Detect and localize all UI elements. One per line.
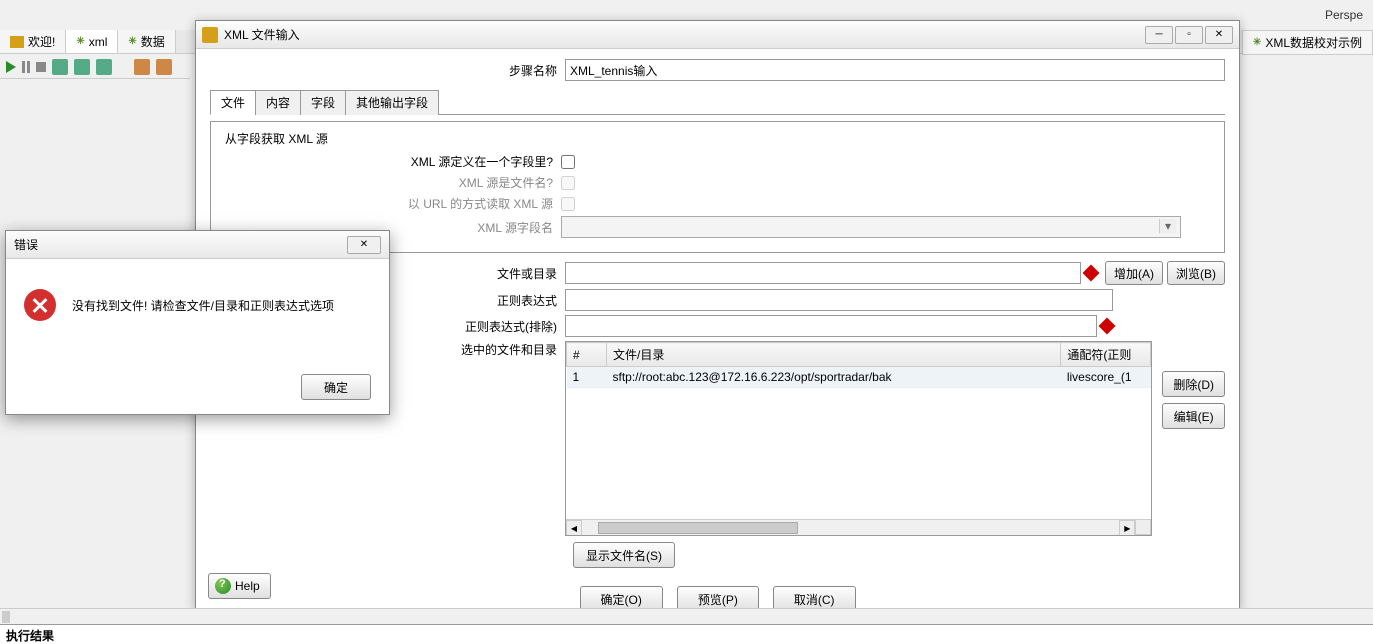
help-icon (215, 578, 231, 594)
bg-tab-label: xml (89, 35, 108, 49)
xml-as-url-label: 以 URL 的方式读取 XML 源 (221, 195, 561, 212)
execution-result-panel: 执行结果 (0, 624, 1373, 644)
xml-as-url-checkbox (561, 197, 575, 211)
error-title-text: 错误 (14, 236, 347, 253)
stop-icon[interactable] (36, 62, 46, 72)
xml-icon: ✳ (76, 36, 84, 47)
bg-tab-welcome[interactable]: 欢迎! (0, 30, 66, 53)
table-col-index[interactable]: # (567, 343, 607, 367)
error-close-button[interactable]: ✕ (347, 236, 381, 254)
right-tab-xml-validate[interactable]: ✳ XML数据校对示例 (1242, 30, 1373, 55)
tab-content[interactable]: 内容 (255, 90, 301, 115)
bg-tab-xml[interactable]: ✳ xml (66, 30, 118, 53)
xml-is-filename-label: XML 源是文件名? (221, 174, 561, 191)
home-icon (10, 36, 24, 48)
error-message: 没有找到文件! 请检查文件/目录和正则表达式选项 (72, 297, 334, 314)
toolbar-btn[interactable] (52, 59, 68, 75)
cell-index: 1 (567, 367, 607, 388)
variable-icon[interactable] (1099, 318, 1116, 335)
error-icon (24, 289, 56, 321)
variable-icon[interactable] (1083, 265, 1100, 282)
help-label: Help (235, 579, 260, 593)
error-dialog: 错误 ✕ 没有找到文件! 请检查文件/目录和正则表达式选项 确定 (5, 230, 390, 415)
toolbar-btn[interactable] (134, 59, 150, 75)
bg-tab-label: 数据 (141, 33, 165, 50)
delete-button[interactable]: 删除(D) (1162, 371, 1225, 397)
scroll-left-icon[interactable]: ◀ (566, 520, 582, 536)
scroll-corner (1135, 519, 1151, 535)
dialog-title-text: XML 文件输入 (224, 26, 1145, 43)
main-horizontal-scrollbar[interactable] (0, 608, 1373, 624)
scroll-thumb[interactable] (598, 522, 798, 534)
files-table[interactable]: # 文件/目录 通配符(正则 1 sftp://root:abc.123@172… (565, 341, 1152, 536)
tab-other-output[interactable]: 其他输出字段 (345, 90, 439, 115)
xml-icon: ✳ (128, 36, 136, 47)
fieldset-legend: 从字段获取 XML 源 (221, 130, 332, 147)
toolbar-btn[interactable] (74, 59, 90, 75)
xml-is-filename-checkbox (561, 176, 575, 190)
step-name-label: 步骤名称 (210, 62, 565, 79)
minimize-button[interactable]: ─ (1145, 26, 1173, 44)
edit-button[interactable]: 编辑(E) (1162, 403, 1225, 429)
tab-file[interactable]: 文件 (210, 90, 256, 115)
pause-icon[interactable] (22, 61, 30, 73)
regex-input[interactable] (565, 289, 1113, 311)
background-toolbar (0, 55, 190, 79)
show-files-button[interactable]: 显示文件名(S) (573, 542, 675, 568)
toolbar-btn[interactable] (156, 59, 172, 75)
file-or-dir-input[interactable] (565, 262, 1081, 284)
bg-tab-label: 欢迎! (28, 33, 55, 50)
dialog-titlebar[interactable]: XML 文件输入 ─ ▫ ✕ (196, 21, 1239, 49)
add-button[interactable]: 增加(A) (1105, 261, 1163, 285)
help-button[interactable]: Help (208, 573, 271, 599)
browse-button[interactable]: 浏览(B) (1167, 261, 1225, 285)
scroll-right-icon[interactable]: ▶ (1119, 520, 1135, 536)
cell-path: sftp://root:abc.123@172.16.6.223/opt/spo… (607, 367, 1061, 388)
dialog-icon (202, 27, 218, 43)
error-ok-button[interactable]: 确定 (301, 374, 371, 400)
regex-exclude-input[interactable] (565, 315, 1097, 337)
maximize-button[interactable]: ▫ (1175, 26, 1203, 44)
xml-in-field-label: XML 源定义在一个字段里? (221, 153, 561, 170)
perspective-label: Perspe (1325, 8, 1363, 22)
xml-in-field-checkbox[interactable] (561, 155, 575, 169)
table-col-wildcard[interactable]: 通配符(正则 (1061, 343, 1151, 367)
toolbar-btn[interactable] (96, 59, 112, 75)
play-icon[interactable] (6, 61, 16, 73)
right-tab-label: XML数据校对示例 (1265, 34, 1362, 51)
xml-icon: ✳ (1253, 37, 1261, 48)
horizontal-scrollbar[interactable]: ◀ ▶ (566, 519, 1135, 535)
error-titlebar[interactable]: 错误 ✕ (6, 231, 389, 259)
cell-wildcard: livescore_(1 (1061, 367, 1151, 388)
inner-tabs: 文件 内容 字段 其他输出字段 (210, 89, 1225, 115)
table-row[interactable]: 1 sftp://root:abc.123@172.16.6.223/opt/s… (567, 367, 1151, 388)
step-name-input[interactable] (565, 59, 1225, 81)
table-col-path[interactable]: 文件/目录 (607, 343, 1061, 367)
close-button[interactable]: ✕ (1205, 26, 1233, 44)
bg-tab-data[interactable]: ✳ 数据 (118, 30, 175, 53)
xml-field-name-select (561, 216, 1181, 238)
tab-fields[interactable]: 字段 (300, 90, 346, 115)
